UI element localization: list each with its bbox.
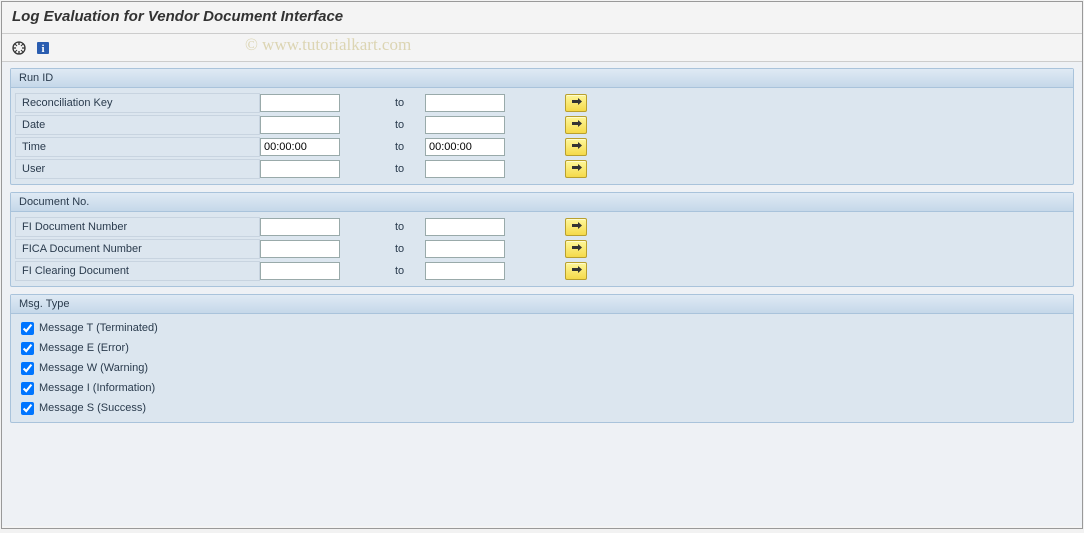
check-row-information: Message I (Information) <box>11 378 1073 398</box>
group-msg-type: Msg. Type Message T (Terminated) Message… <box>10 294 1074 423</box>
to-label: to <box>395 163 425 175</box>
row-reconciliation-key: Reconciliation Key to <box>11 92 1073 114</box>
label-user: User <box>15 159 260 179</box>
row-time: Time to <box>11 136 1073 158</box>
input-reconciliation-key-to[interactable] <box>425 94 505 112</box>
multi-select-button[interactable] <box>565 94 587 112</box>
checkbox-label-success: Message S (Success) <box>39 402 146 414</box>
page-title: Log Evaluation for Vendor Document Inter… <box>2 2 1082 34</box>
label-reconciliation-key: Reconciliation Key <box>15 93 260 113</box>
multi-select-button[interactable] <box>565 240 587 258</box>
group-header-msg-type: Msg. Type <box>11 295 1073 314</box>
to-label: to <box>395 141 425 153</box>
input-date-from[interactable] <box>260 116 340 134</box>
label-date: Date <box>15 115 260 135</box>
input-date-to[interactable] <box>425 116 505 134</box>
input-fi-doc-number-from[interactable] <box>260 218 340 236</box>
checkbox-terminated[interactable] <box>21 322 34 335</box>
row-fica-doc-number: FICA Document Number to <box>11 238 1073 260</box>
input-fi-doc-number-to[interactable] <box>425 218 505 236</box>
check-row-terminated: Message T (Terminated) <box>11 318 1073 338</box>
group-run-id: Run ID Reconciliation Key to Date to <box>10 68 1074 185</box>
checkbox-information[interactable] <box>21 382 34 395</box>
input-fi-clearing-doc-from[interactable] <box>260 262 340 280</box>
group-content-doc-no: FI Document Number to FICA Document Numb… <box>11 212 1073 286</box>
group-content-run-id: Reconciliation Key to Date to <box>11 88 1073 184</box>
toolbar: i <box>2 34 1082 62</box>
label-fi-clearing-doc: FI Clearing Document <box>15 261 260 281</box>
checkbox-label-error: Message E (Error) <box>39 342 129 354</box>
label-time: Time <box>15 137 260 157</box>
group-header-run-id: Run ID <box>11 69 1073 88</box>
to-label: to <box>395 119 425 131</box>
row-date: Date to <box>11 114 1073 136</box>
body-area: Run ID Reconciliation Key to Date to <box>2 62 1082 526</box>
label-fica-doc-number: FICA Document Number <box>15 239 260 259</box>
group-doc-no: Document No. FI Document Number to FICA … <box>10 192 1074 287</box>
to-label: to <box>395 243 425 255</box>
app-window: Log Evaluation for Vendor Document Inter… <box>1 1 1083 529</box>
to-label: to <box>395 265 425 277</box>
check-row-success: Message S (Success) <box>11 398 1073 418</box>
checkbox-label-terminated: Message T (Terminated) <box>39 322 158 334</box>
input-fica-doc-number-from[interactable] <box>260 240 340 258</box>
input-reconciliation-key-from[interactable] <box>260 94 340 112</box>
checkbox-label-warning: Message W (Warning) <box>39 362 148 374</box>
row-fi-clearing-doc: FI Clearing Document to <box>11 260 1073 282</box>
svg-text:i: i <box>41 43 44 55</box>
input-fi-clearing-doc-to[interactable] <box>425 262 505 280</box>
row-user: User to <box>11 158 1073 180</box>
group-header-doc-no: Document No. <box>11 193 1073 212</box>
row-fi-doc-number: FI Document Number to <box>11 216 1073 238</box>
input-time-from[interactable] <box>260 138 340 156</box>
input-fica-doc-number-to[interactable] <box>425 240 505 258</box>
to-label: to <box>395 97 425 109</box>
multi-select-button[interactable] <box>565 262 587 280</box>
to-label: to <box>395 221 425 233</box>
multi-select-button[interactable] <box>565 116 587 134</box>
group-content-msg-type: Message T (Terminated) Message E (Error)… <box>11 314 1073 422</box>
multi-select-button[interactable] <box>565 138 587 156</box>
check-row-warning: Message W (Warning) <box>11 358 1073 378</box>
info-icon[interactable]: i <box>34 39 52 57</box>
check-row-error: Message E (Error) <box>11 338 1073 358</box>
checkbox-error[interactable] <box>21 342 34 355</box>
input-user-from[interactable] <box>260 160 340 178</box>
checkbox-warning[interactable] <box>21 362 34 375</box>
input-time-to[interactable] <box>425 138 505 156</box>
input-user-to[interactable] <box>425 160 505 178</box>
execute-icon[interactable] <box>10 39 28 57</box>
multi-select-button[interactable] <box>565 218 587 236</box>
checkbox-label-information: Message I (Information) <box>39 382 155 394</box>
checkbox-success[interactable] <box>21 402 34 415</box>
multi-select-button[interactable] <box>565 160 587 178</box>
label-fi-doc-number: FI Document Number <box>15 217 260 237</box>
